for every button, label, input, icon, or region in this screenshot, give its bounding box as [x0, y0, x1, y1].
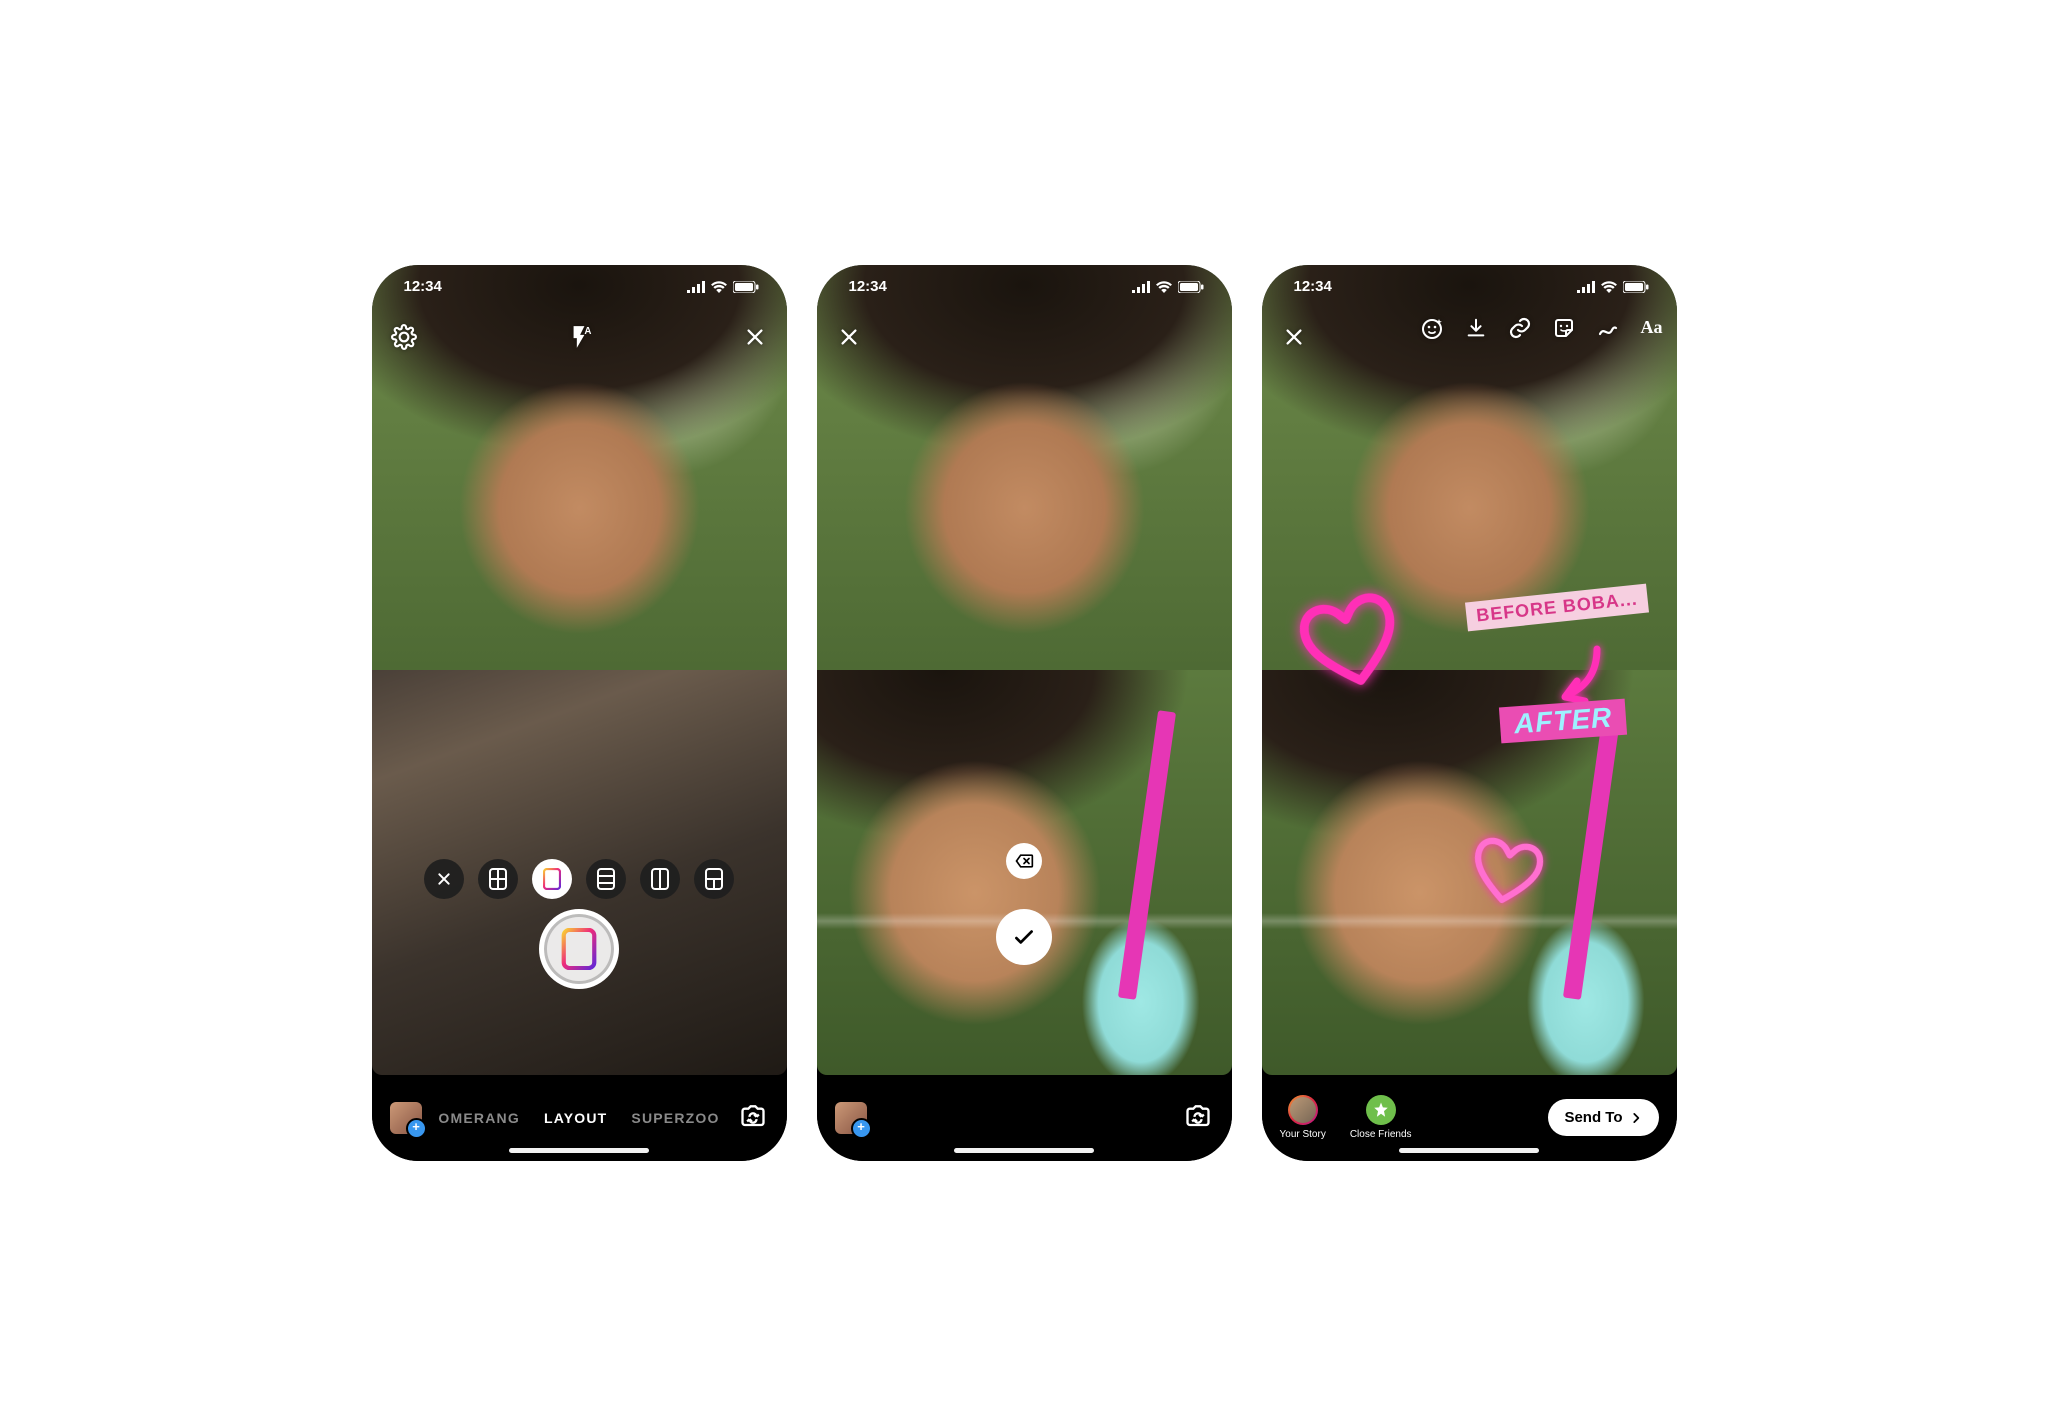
- boba-straw: [1562, 710, 1620, 1000]
- layout-option-split-vertical[interactable]: [640, 859, 680, 899]
- your-story-avatar: [1288, 1095, 1318, 1125]
- link-icon: [1508, 316, 1532, 340]
- layout-capture-icon: [561, 928, 597, 970]
- close-button[interactable]: [741, 323, 769, 351]
- wifi-icon: [1156, 281, 1172, 293]
- layout-option-2x2[interactable]: [478, 859, 518, 899]
- shutter-wrap: [539, 909, 619, 989]
- chevron-right-icon: [1629, 1111, 1643, 1125]
- layout-option-split-horizontal[interactable]: [532, 859, 572, 899]
- home-indicator: [509, 1148, 649, 1153]
- capture-viewport: A: [372, 265, 787, 1075]
- status-indicators: [1132, 281, 1204, 293]
- effects-button[interactable]: [1419, 315, 1445, 341]
- boba-straw: [1117, 710, 1175, 1000]
- status-bar: 12:34: [372, 265, 787, 309]
- confirm-layout-button[interactable]: [996, 909, 1052, 965]
- mode-next[interactable]: SUPERZOO: [631, 1110, 719, 1126]
- heart-sticker-small[interactable]: [1461, 828, 1551, 913]
- layout-option-grid-3[interactable]: [694, 859, 734, 899]
- status-time: 12:34: [1294, 278, 1332, 295]
- delete-icon: [1014, 851, 1034, 871]
- flash-button[interactable]: A: [565, 323, 593, 351]
- layout-picker: [372, 859, 787, 899]
- layout-option-split-horizontal-thirds[interactable]: [586, 859, 626, 899]
- draw-button[interactable]: [1595, 315, 1621, 341]
- save-button[interactable]: [1463, 315, 1489, 341]
- flip-camera-button[interactable]: [1182, 1102, 1214, 1134]
- cellular-icon: [687, 281, 705, 293]
- draw-icon: [1596, 316, 1620, 340]
- gear-icon: [391, 324, 417, 350]
- editor-tools: Aa: [1419, 315, 1665, 341]
- sparkle-face-icon: [1420, 316, 1444, 340]
- battery-icon: [733, 281, 759, 293]
- status-time: 12:34: [404, 278, 442, 295]
- home-indicator: [954, 1148, 1094, 1153]
- close-friends-badge: [1366, 1095, 1396, 1125]
- phone-screen-layout-capture: 12:34 A: [372, 265, 787, 1161]
- star-icon: [1372, 1101, 1390, 1119]
- send-to-label: Send To: [1564, 1109, 1622, 1126]
- phone-screen-layout-confirm: 12:34: [817, 265, 1232, 1161]
- close-icon: [436, 871, 452, 887]
- svg-text:A: A: [584, 325, 591, 336]
- send-to-button[interactable]: Send To: [1548, 1099, 1658, 1136]
- close-button[interactable]: [835, 323, 863, 351]
- gallery-thumbnail[interactable]: [835, 1102, 867, 1134]
- close-icon: [1283, 326, 1305, 348]
- wifi-icon: [711, 281, 727, 293]
- stickers-button[interactable]: [1551, 315, 1577, 341]
- settings-button[interactable]: [390, 323, 418, 351]
- status-bar: 12:34: [1262, 265, 1677, 309]
- home-indicator: [1399, 1148, 1539, 1153]
- split-horizontal-icon: [543, 868, 561, 890]
- camera-top-controls: [817, 315, 1232, 359]
- status-indicators: [687, 281, 759, 293]
- flip-camera-button[interactable]: [737, 1102, 769, 1134]
- capture-mode-scroll[interactable]: OMERANG LAYOUT SUPERZOO: [422, 1110, 737, 1126]
- your-story-label: Your Story: [1280, 1129, 1326, 1140]
- close-friends-label: Close Friends: [1350, 1129, 1412, 1140]
- share-close-friends[interactable]: Close Friends: [1350, 1095, 1412, 1140]
- check-icon: [1011, 924, 1037, 950]
- phone-screen-story-editor: 12:34: [1262, 265, 1677, 1161]
- gallery-thumbnail[interactable]: [390, 1102, 422, 1134]
- close-icon: [744, 326, 766, 348]
- sticker-icon: [1552, 316, 1576, 340]
- wifi-icon: [1601, 281, 1617, 293]
- delete-tile-button[interactable]: [1006, 843, 1042, 879]
- story-canvas[interactable]: Aa BEFORE BOBA... AFTER: [1262, 265, 1677, 1075]
- link-button[interactable]: [1507, 315, 1533, 341]
- battery-icon: [1623, 281, 1649, 293]
- split-vertical-icon: [651, 868, 669, 890]
- cellular-icon: [1132, 281, 1150, 293]
- close-icon: [838, 326, 860, 348]
- split-horizontal-thirds-icon: [597, 868, 615, 890]
- grid-2x2-icon: [489, 868, 507, 890]
- text-button[interactable]: Aa: [1639, 315, 1665, 341]
- share-your-story[interactable]: Your Story: [1280, 1095, 1326, 1140]
- status-bar: 12:34: [817, 265, 1232, 309]
- flip-camera-icon: [739, 1105, 767, 1131]
- flip-camera-icon: [1184, 1105, 1212, 1131]
- camera-top-controls: A: [372, 315, 787, 359]
- close-button[interactable]: [1280, 323, 1308, 351]
- grid-3-icon: [705, 868, 723, 890]
- shutter-button[interactable]: [539, 909, 619, 989]
- flash-auto-icon: A: [566, 324, 592, 350]
- status-indicators: [1577, 281, 1649, 293]
- download-icon: [1465, 317, 1487, 339]
- battery-icon: [1178, 281, 1204, 293]
- layout-preview: [817, 265, 1232, 1075]
- mode-active[interactable]: LAYOUT: [544, 1110, 607, 1126]
- mode-prev[interactable]: OMERANG: [438, 1110, 520, 1126]
- status-time: 12:34: [849, 278, 887, 295]
- cellular-icon: [1577, 281, 1595, 293]
- layout-option-close[interactable]: [424, 859, 464, 899]
